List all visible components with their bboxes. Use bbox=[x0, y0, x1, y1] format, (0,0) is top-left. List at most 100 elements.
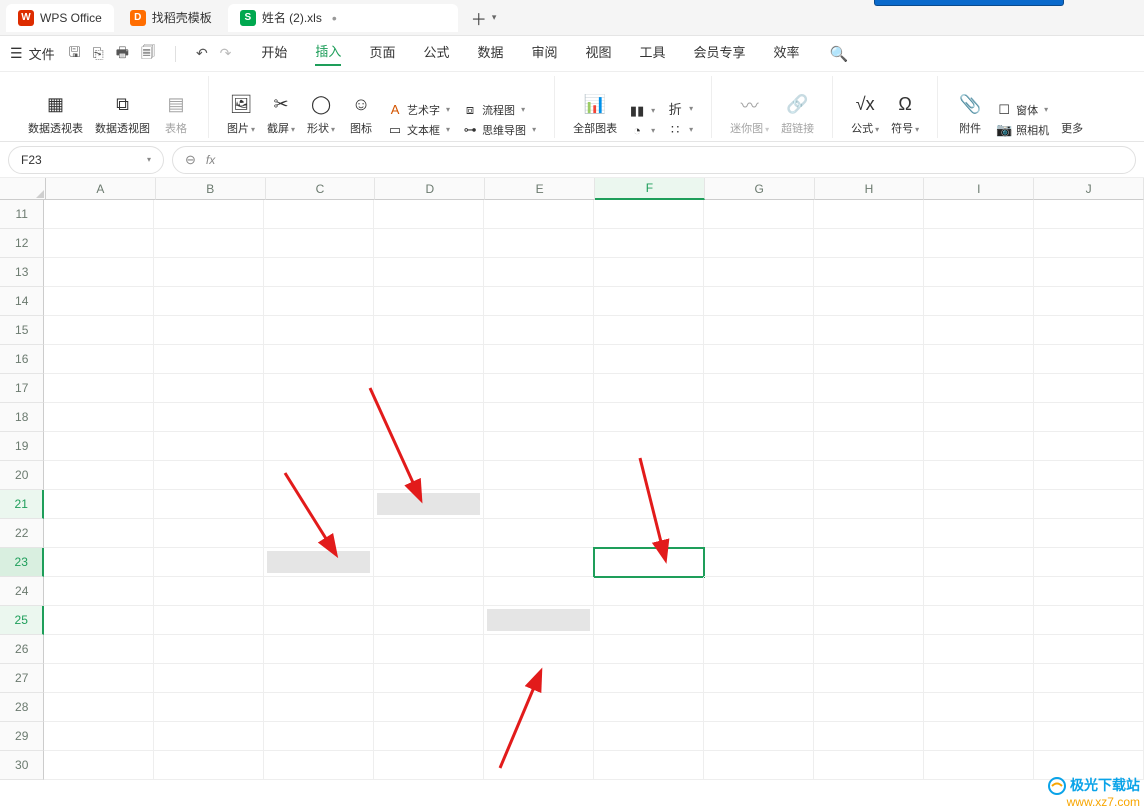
cell-D22[interactable] bbox=[374, 519, 484, 548]
cell-D16[interactable] bbox=[374, 345, 484, 374]
cell-A24[interactable] bbox=[44, 577, 154, 606]
cell-I27[interactable] bbox=[924, 664, 1034, 693]
cell-G25[interactable] bbox=[704, 606, 814, 635]
cell-D13[interactable] bbox=[374, 258, 484, 287]
cell-A16[interactable] bbox=[44, 345, 154, 374]
cell-A11[interactable] bbox=[44, 200, 154, 229]
textbox-button[interactable]: ▭文本框▾ bbox=[387, 122, 450, 138]
cell-F17[interactable] bbox=[594, 374, 704, 403]
cell-E22[interactable] bbox=[484, 519, 594, 548]
cell-F21[interactable] bbox=[594, 490, 704, 519]
cell-B12[interactable] bbox=[154, 229, 264, 258]
cell-B15[interactable] bbox=[154, 316, 264, 345]
cell-I14[interactable] bbox=[924, 287, 1034, 316]
cell-H14[interactable] bbox=[814, 287, 924, 316]
new-tab-button[interactable]: ＋ bbox=[468, 7, 490, 29]
cell-E23[interactable] bbox=[484, 548, 594, 577]
cell-C18[interactable] bbox=[264, 403, 374, 432]
row-header-14[interactable]: 14 bbox=[0, 287, 44, 316]
row-header-19[interactable]: 19 bbox=[0, 432, 44, 461]
cell-J26[interactable] bbox=[1034, 635, 1144, 664]
cell-D21[interactable] bbox=[374, 490, 484, 519]
undo-icon[interactable]: ↶ bbox=[196, 45, 208, 62]
tab-home[interactable]: W WPS Office bbox=[6, 4, 114, 32]
cell-J13[interactable] bbox=[1034, 258, 1144, 287]
row-header-11[interactable]: 11 bbox=[0, 200, 44, 229]
cell-H21[interactable] bbox=[814, 490, 924, 519]
cell-E25[interactable] bbox=[484, 606, 594, 635]
cell-F18[interactable] bbox=[594, 403, 704, 432]
cell-I30[interactable] bbox=[924, 751, 1034, 780]
cell-H16[interactable] bbox=[814, 345, 924, 374]
fx-icon[interactable]: fx bbox=[206, 153, 215, 167]
cell-I18[interactable] bbox=[924, 403, 1034, 432]
cell-C15[interactable] bbox=[264, 316, 374, 345]
cell-D27[interactable] bbox=[374, 664, 484, 693]
cell-C20[interactable] bbox=[264, 461, 374, 490]
cell-D29[interactable] bbox=[374, 722, 484, 751]
attachment-button[interactable]: 📎附件 bbox=[950, 90, 990, 138]
print-preview-icon[interactable]: 🗐 bbox=[141, 42, 155, 66]
cell-A22[interactable] bbox=[44, 519, 154, 548]
cell-B23[interactable] bbox=[154, 548, 264, 577]
row-header-18[interactable]: 18 bbox=[0, 403, 44, 432]
cell-J20[interactable] bbox=[1034, 461, 1144, 490]
row-header-21[interactable]: 21 bbox=[0, 490, 44, 519]
cell-H15[interactable] bbox=[814, 316, 924, 345]
cell-D23[interactable] bbox=[374, 548, 484, 577]
cell-I21[interactable] bbox=[924, 490, 1034, 519]
cell-I13[interactable] bbox=[924, 258, 1034, 287]
cell-F15[interactable] bbox=[594, 316, 704, 345]
cell-D30[interactable] bbox=[374, 751, 484, 780]
cell-I24[interactable] bbox=[924, 577, 1034, 606]
row-header-13[interactable]: 13 bbox=[0, 258, 44, 287]
select-all-corner[interactable] bbox=[0, 178, 46, 200]
cell-F25[interactable] bbox=[594, 606, 704, 635]
cell-A12[interactable] bbox=[44, 229, 154, 258]
cell-C16[interactable] bbox=[264, 345, 374, 374]
scatter-chart-button[interactable]: ∷▾ bbox=[667, 122, 693, 138]
file-menu[interactable]: 文件 bbox=[29, 44, 55, 63]
cell-D28[interactable] bbox=[374, 693, 484, 722]
cell-H26[interactable] bbox=[814, 635, 924, 664]
cell-E21[interactable] bbox=[484, 490, 594, 519]
cell-G16[interactable] bbox=[704, 345, 814, 374]
cell-A26[interactable] bbox=[44, 635, 154, 664]
cell-J15[interactable] bbox=[1034, 316, 1144, 345]
cell-B27[interactable] bbox=[154, 664, 264, 693]
row-header-28[interactable]: 28 bbox=[0, 693, 44, 722]
cell-I12[interactable] bbox=[924, 229, 1034, 258]
cell-B18[interactable] bbox=[154, 403, 264, 432]
cell-G23[interactable] bbox=[704, 548, 814, 577]
cell-E13[interactable] bbox=[484, 258, 594, 287]
row-header-29[interactable]: 29 bbox=[0, 722, 44, 751]
cell-F16[interactable] bbox=[594, 345, 704, 374]
menu-会员专享[interactable]: 会员专享 bbox=[694, 42, 746, 65]
row-header-26[interactable]: 26 bbox=[0, 635, 44, 664]
cell-D20[interactable] bbox=[374, 461, 484, 490]
pie-chart-button[interactable]: ◔▾ bbox=[629, 123, 655, 138]
cell-D17[interactable] bbox=[374, 374, 484, 403]
cell-G24[interactable] bbox=[704, 577, 814, 606]
cell-A19[interactable] bbox=[44, 432, 154, 461]
cell-H19[interactable] bbox=[814, 432, 924, 461]
cell-B11[interactable] bbox=[154, 200, 264, 229]
cell-A23[interactable] bbox=[44, 548, 154, 577]
cell-D24[interactable] bbox=[374, 577, 484, 606]
all-charts-button[interactable]: 📊全部图表 bbox=[567, 90, 623, 138]
cell-H28[interactable] bbox=[814, 693, 924, 722]
icon-button[interactable]: ☺图标 bbox=[341, 90, 381, 138]
cell-B14[interactable] bbox=[154, 287, 264, 316]
cell-I19[interactable] bbox=[924, 432, 1034, 461]
col-header-G[interactable]: G bbox=[705, 178, 815, 200]
menu-开始[interactable]: 开始 bbox=[261, 42, 287, 65]
cell-F27[interactable] bbox=[594, 664, 704, 693]
cell-G17[interactable] bbox=[704, 374, 814, 403]
spreadsheet-grid[interactable]: ABCDEFGHIJ 11121314151617181920212223242… bbox=[0, 178, 1144, 795]
cell-C23[interactable] bbox=[264, 548, 374, 577]
cell-C12[interactable] bbox=[264, 229, 374, 258]
cell-A13[interactable] bbox=[44, 258, 154, 287]
cell-J22[interactable] bbox=[1034, 519, 1144, 548]
picture-button[interactable]: 🖼图片▾ bbox=[221, 90, 261, 138]
cell-F13[interactable] bbox=[594, 258, 704, 287]
